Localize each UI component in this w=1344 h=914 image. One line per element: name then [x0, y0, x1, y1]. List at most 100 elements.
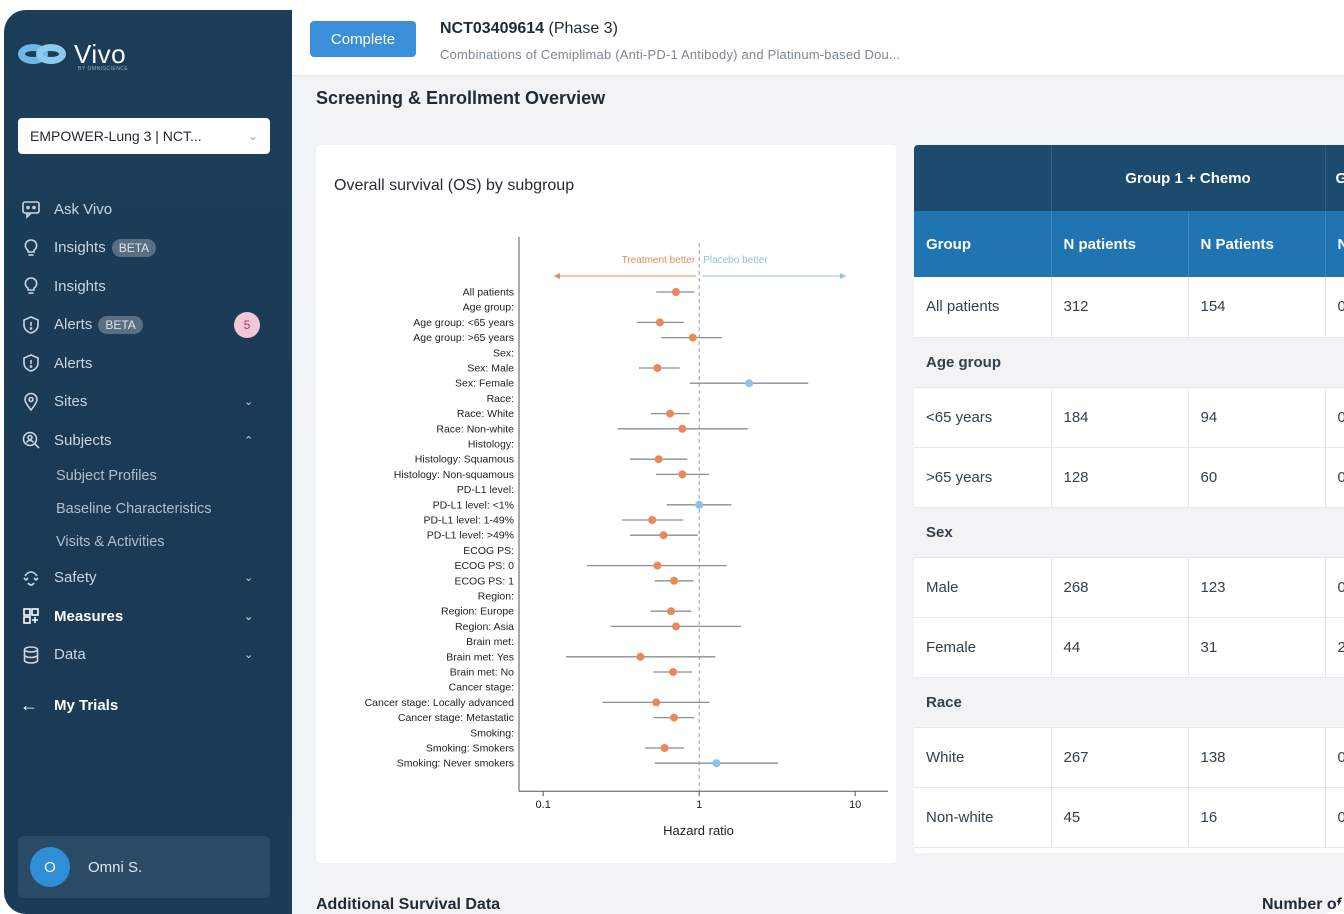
enrollment-table-card: Group 1 + Chemo Group 2 + C Group N pati…: [914, 145, 1344, 853]
chevron-down-icon: ⌄: [244, 396, 254, 409]
table-row: >65 years 128 60 0: [914, 447, 1344, 508]
sidebar-item-label: Sites: [54, 393, 88, 411]
trial-selector-value: EMPOWER-Lung 3 | NCT...: [30, 128, 202, 144]
sidebar-item-data[interactable]: Data ⌄: [4, 636, 292, 675]
page-title: Screening & Enrollment Overview: [316, 88, 606, 108]
table-row: Male 268 123 0: [914, 557, 1344, 618]
hazard-ratio-point: [636, 652, 645, 661]
subgroup-label: Race: Non-white: [436, 423, 514, 435]
group-header-2: Group 2 + C: [1325, 145, 1344, 211]
trial-id: NCT03409614: [440, 20, 545, 37]
hazard-ratio-point: [667, 607, 676, 616]
hazard-ratio-point: [654, 455, 663, 464]
hazard-ratio-point: [670, 713, 679, 722]
status-button[interactable]: Complete: [310, 21, 416, 57]
subgroup-label: ECOG PS: 0: [454, 560, 514, 572]
table-cell: 267: [1051, 727, 1189, 788]
group-label: Sex: [914, 507, 1344, 558]
table-cell: 0: [1325, 387, 1344, 448]
chevron-down-icon: ⌄: [244, 572, 254, 585]
user-profile-card[interactable]: O Omni S.: [18, 836, 270, 898]
table-cell: 0: [1325, 447, 1344, 508]
table-group-row: Sex: [914, 507, 1344, 558]
table-cell: 123: [1188, 557, 1326, 618]
map-pin-icon: [20, 391, 42, 413]
hazard-ratio-point: [653, 364, 662, 372]
x-tick-label: 1: [696, 799, 702, 811]
column-header-row: Group N patients N Patients N: [914, 211, 1344, 277]
hazard-ratio-point: [745, 379, 754, 388]
subgroup-label: Smoking: Smokers: [426, 743, 514, 755]
sidebar-subitem-visits-activities[interactable]: Visits & Activities: [4, 526, 292, 559]
forest-plot-card: Overall survival (OS) by subgroup Treatm…: [316, 145, 896, 863]
column-header[interactable]: N patients: [1051, 211, 1189, 277]
x-axis-label: Hazard ratio: [663, 823, 734, 838]
sidebar-item-insights-beta[interactable]: Insights BETA: [4, 229, 292, 268]
group-label: Race: [914, 677, 1344, 728]
column-header[interactable]: Group: [914, 211, 1052, 277]
subgroup-label: Histology:: [468, 439, 514, 451]
trial-phase: (Phase 3): [548, 20, 618, 37]
subgroup-label: Race: White: [457, 408, 514, 420]
table-cell: 45: [1051, 787, 1189, 848]
chevron-down-icon: ⌄: [247, 129, 258, 143]
shield-icon: [20, 352, 42, 374]
hazard-ratio-point: [660, 744, 669, 752]
hazard-ratio-point: [653, 561, 662, 570]
hazard-ratio-point: [665, 409, 674, 418]
group-header-spacer: [914, 145, 1052, 211]
table-cell: 94: [1188, 387, 1326, 448]
hazard-ratio-point: [671, 288, 680, 296]
table-cell: 128: [1051, 447, 1189, 508]
table-cell: 60: [1188, 447, 1326, 508]
subgroup-label: Age group: <65 years: [413, 317, 514, 329]
sidebar-item-alerts-beta[interactable]: Alerts BETA 5: [4, 306, 292, 345]
trial-title: NCT03409614 (Phase 3): [440, 20, 618, 38]
column-header[interactable]: N: [1325, 211, 1344, 277]
subgroup-label: Age group: >65 years: [413, 332, 514, 344]
subgroup-label: Region: Asia: [455, 621, 514, 633]
sidebar-item-insights[interactable]: Insights: [4, 267, 292, 306]
forest-plot: Treatment better Placebo better All patien…: [365, 237, 888, 838]
treatment-better-label: Treatment better: [622, 255, 696, 266]
group-header-row: Group 1 + Chemo Group 2 + C: [914, 145, 1344, 211]
hazard-ratio-point: [652, 698, 661, 707]
sidebar-item-alerts[interactable]: Alerts: [4, 344, 292, 383]
sidebar-subitem-baseline-characteristics[interactable]: Baseline Characteristics: [4, 493, 292, 526]
subgroup-label: Cancer stage:: [449, 682, 514, 694]
lightbulb-icon: [20, 275, 42, 297]
trial-selector[interactable]: EMPOWER-Lung 3 | NCT... ⌄: [18, 118, 270, 154]
subgroup-label: Sex: Male: [467, 363, 514, 375]
x-tick-label: 10: [849, 799, 861, 811]
subgroup-label: Brain met:: [466, 636, 514, 648]
arrow-head-left: [554, 273, 560, 279]
nav-separator: [4, 674, 292, 686]
subgroup-label: PD-L1 level:: [457, 484, 514, 496]
measures-icon: [20, 605, 42, 627]
table-cell: 44: [1051, 617, 1189, 678]
sidebar-item-label: Alerts: [54, 316, 93, 334]
table-row: <65 years 184 94 0: [914, 387, 1344, 448]
hazard-ratio-point: [671, 622, 680, 631]
sidebar-item-measures[interactable]: Measures ⌄: [4, 597, 292, 636]
my-trials-link[interactable]: ← My Trials: [4, 686, 292, 724]
sidebar-item-label: Subjects: [54, 431, 112, 449]
subgroup-label: Brain met: Yes: [446, 651, 514, 663]
safety-icon: [20, 567, 42, 589]
number-of-heading: Number of: [1262, 896, 1342, 913]
table-cell: 0: [1325, 787, 1344, 848]
sidebar-item-ask-vivo[interactable]: Ask Vivo: [4, 190, 292, 229]
sidebar-item-sites[interactable]: Sites ⌄: [4, 383, 292, 422]
chat-icon: [20, 198, 42, 220]
subgroup-label: Smoking:: [470, 727, 514, 739]
sidebar-item-safety[interactable]: Safety ⌄: [4, 559, 292, 598]
chevron-down-icon: ⌄: [244, 610, 254, 623]
subgroup-label: Histology: Non-squamous: [394, 469, 514, 481]
chevron-down-icon: ⌄: [244, 649, 254, 662]
subgroup-label: Race:: [487, 393, 514, 405]
column-header[interactable]: N Patients: [1188, 211, 1326, 277]
beta-badge: BETA: [111, 238, 157, 257]
sidebar-subitem-subject-profiles[interactable]: Subject Profiles: [4, 460, 292, 493]
table-group-row: Race: [914, 677, 1344, 728]
sidebar-item-subjects[interactable]: Subjects ⌃: [4, 421, 292, 460]
